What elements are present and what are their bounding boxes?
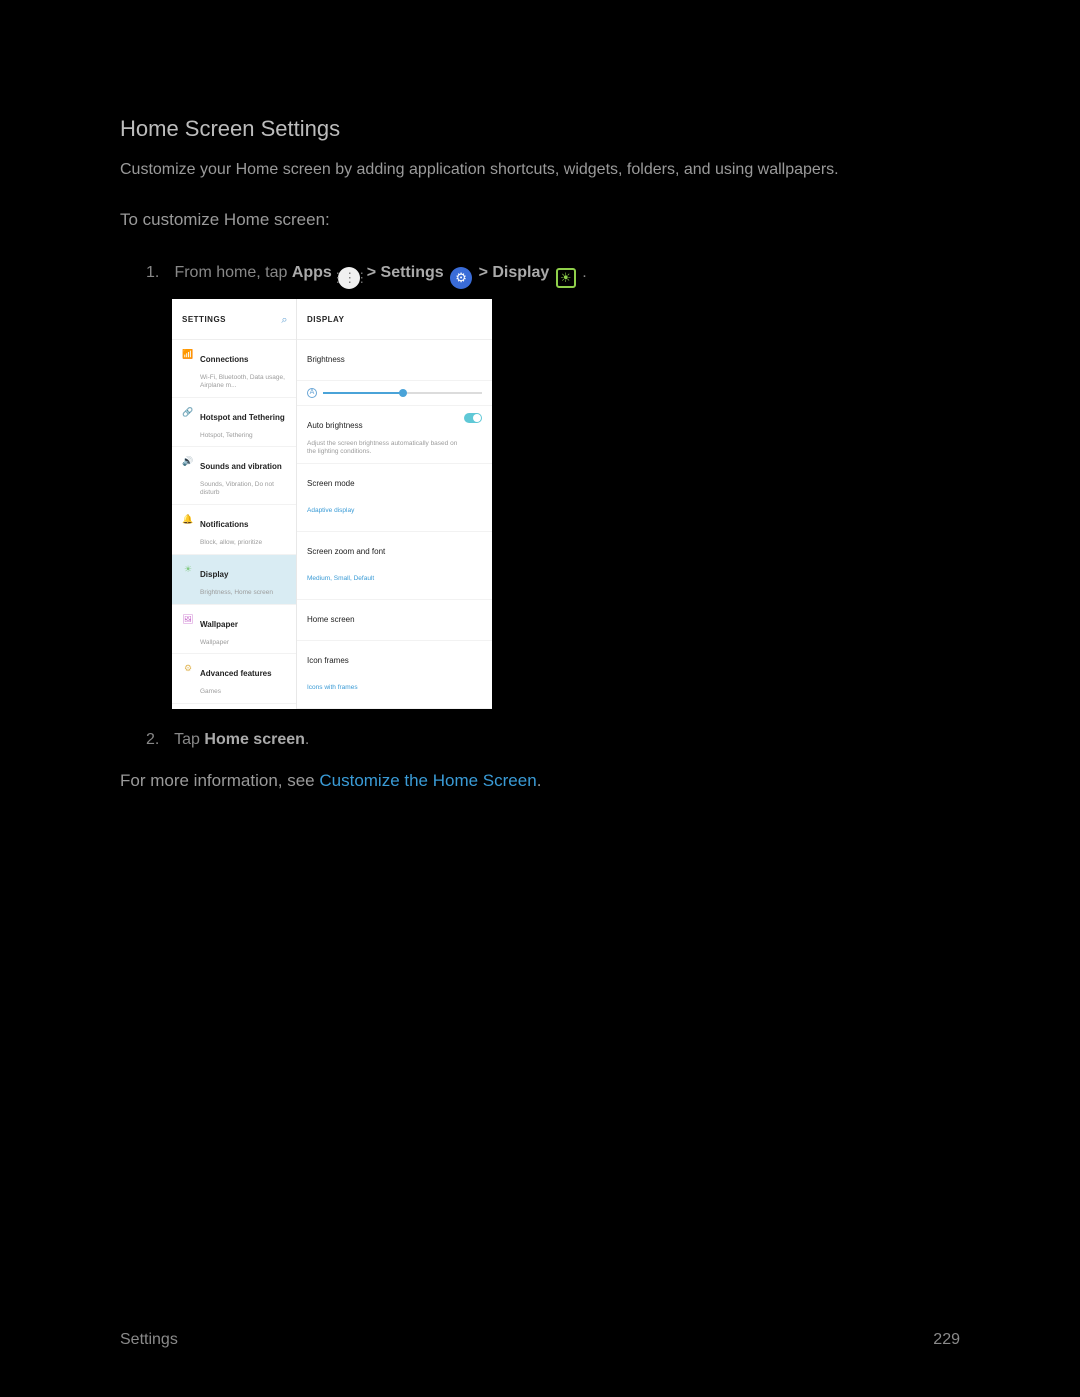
more-info-suffix: . bbox=[537, 771, 542, 790]
settings-list-item-title: Wallpaper bbox=[200, 612, 238, 638]
zoom-font-row: Screen zoom and font Medium, Small, Defa… bbox=[297, 532, 492, 600]
display-icon: ☀ bbox=[556, 268, 576, 288]
auto-brightness-label: Auto brightness bbox=[307, 413, 458, 439]
settings-list-item-title: Hotspot and Tethering bbox=[200, 405, 285, 431]
screenshot-right-header: DISPLAY bbox=[297, 299, 492, 340]
settings-list-item-icon: 🔔 bbox=[182, 513, 194, 525]
icon-frames-value: Icons with frames bbox=[307, 675, 482, 701]
screen-mode-row: Screen mode Adaptive display bbox=[297, 464, 492, 532]
settings-list-item-title: Display bbox=[200, 562, 273, 588]
settings-list-item-subtitle: Wi-Fi, Bluetooth, Data usage, Airplane m… bbox=[200, 374, 290, 390]
page-title: Home Screen Settings bbox=[120, 116, 960, 142]
page-footer: Settings 229 bbox=[120, 1331, 960, 1349]
search-icon: ⌕ bbox=[281, 307, 288, 333]
settings-list-item-icon: ☀ bbox=[182, 563, 194, 575]
screenshot-right-title: DISPLAY bbox=[307, 307, 344, 333]
icon-frames-label: Icon frames bbox=[307, 648, 482, 674]
icon-frames-row: Icon frames Icons with frames bbox=[297, 641, 492, 709]
brightness-slider-row: A bbox=[297, 381, 492, 406]
step-1-apps: Apps bbox=[292, 264, 332, 281]
settings-list-item-icon: 🔊 bbox=[182, 455, 194, 467]
settings-list-item-title: Connections bbox=[200, 347, 290, 373]
settings-list-item-icon: 📶 bbox=[182, 348, 194, 360]
intro-text: Customize your Home screen by adding app… bbox=[120, 158, 960, 182]
more-info-link[interactable]: Customize the Home Screen bbox=[319, 771, 536, 790]
brightness-row: Brightness bbox=[297, 340, 492, 381]
more-info-prefix: For more information, see bbox=[120, 771, 319, 790]
step-1-gt1: > bbox=[367, 264, 381, 281]
step-2-prefix: Tap bbox=[174, 731, 204, 748]
brightness-slider bbox=[323, 392, 482, 394]
step-2-bold: Home screen bbox=[204, 731, 305, 748]
footer-left: Settings bbox=[120, 1331, 178, 1349]
settings-list-item: ◯Device maintenanceBattery, Storage, Mem… bbox=[172, 704, 296, 709]
settings-list-item-subtitle: Games bbox=[200, 688, 272, 696]
step-1-gt2: > bbox=[479, 264, 493, 281]
zoom-font-label: Screen zoom and font bbox=[307, 539, 482, 565]
settings-list-item-title: Sounds and vibration bbox=[200, 454, 290, 480]
footer-page-number: 229 bbox=[933, 1331, 960, 1349]
auto-brightness-icon: A bbox=[307, 388, 317, 398]
screen-mode-label: Screen mode bbox=[307, 471, 482, 497]
screenshot-left-title: SETTINGS bbox=[182, 307, 226, 333]
step-1-settings: Settings bbox=[381, 264, 444, 281]
sub-intro: To customize Home screen: bbox=[120, 210, 960, 230]
settings-list-item: 🔊 Sounds and vibrationSounds, Vibration, … bbox=[172, 447, 296, 505]
settings-list-item-icon: 🖼 bbox=[182, 613, 194, 625]
step-1-number: 1. bbox=[146, 260, 170, 286]
settings-list-item: 🔔 NotificationsBlock, allow, prioritize bbox=[172, 505, 296, 555]
home-screen-label: Home screen bbox=[307, 607, 482, 633]
auto-brightness-desc: Adjust the screen brightness automatical… bbox=[307, 440, 458, 456]
zoom-font-value: Medium, Small, Default bbox=[307, 566, 482, 592]
brightness-label: Brightness bbox=[307, 347, 482, 373]
auto-brightness-toggle bbox=[464, 413, 482, 423]
settings-list-item: 🖼 WallpaperWallpaper bbox=[172, 605, 296, 655]
step-1-prefix: From home, tap bbox=[174, 264, 291, 281]
auto-brightness-row: Auto brightness Adjust the screen bright… bbox=[297, 406, 492, 464]
more-info: For more information, see Customize the … bbox=[120, 771, 960, 791]
settings-screenshot: SETTINGS ⌕ 📶 ConnectionsWi-Fi, Bluetooth,… bbox=[172, 299, 492, 709]
settings-list-item-icon: 🔗 bbox=[182, 406, 194, 418]
settings-list-item-title: Notifications bbox=[200, 512, 262, 538]
screen-mode-value: Adaptive display bbox=[307, 498, 482, 524]
settings-list-item: ☀ DisplayBrightness, Home screen bbox=[172, 555, 296, 605]
home-screen-row: Home screen bbox=[297, 600, 492, 641]
step-2-number: 2. bbox=[146, 727, 170, 753]
settings-list-item-subtitle: Brightness, Home screen bbox=[200, 589, 273, 597]
step-2: 2. Tap Home screen. bbox=[146, 727, 960, 753]
settings-list-item-subtitle: Sounds, Vibration, Do not disturb bbox=[200, 481, 290, 497]
settings-list-item: 🔗 Hotspot and TetheringHotspot, Tethering bbox=[172, 398, 296, 448]
settings-list-item: 📶 ConnectionsWi-Fi, Bluetooth, Data usage… bbox=[172, 340, 296, 398]
step-1: 1. From home, tap Apps ⋮⋮⋮ > Settings ⚙ … bbox=[146, 260, 960, 709]
screenshot-right-pane: DISPLAY Brightness A Auto brightness Adj… bbox=[297, 299, 492, 709]
apps-icon: ⋮⋮⋮ bbox=[338, 267, 360, 289]
settings-list-item-icon: ⚙ bbox=[182, 662, 194, 674]
settings-list-item-title: Advanced features bbox=[200, 661, 272, 687]
step-1-display: Display bbox=[492, 264, 549, 281]
step-1-period: . bbox=[582, 264, 586, 281]
settings-list-item-subtitle: Hotspot, Tethering bbox=[200, 432, 285, 440]
step-2-suffix: . bbox=[305, 731, 309, 748]
settings-list-item: ⚙ Advanced featuresGames bbox=[172, 654, 296, 704]
screenshot-left-pane: SETTINGS ⌕ 📶 ConnectionsWi-Fi, Bluetooth,… bbox=[172, 299, 297, 709]
screenshot-left-header: SETTINGS ⌕ bbox=[172, 299, 296, 340]
settings-icon: ⚙ bbox=[450, 267, 472, 289]
settings-list-item-subtitle: Block, allow, prioritize bbox=[200, 539, 262, 547]
settings-list-item-subtitle: Wallpaper bbox=[200, 639, 238, 647]
